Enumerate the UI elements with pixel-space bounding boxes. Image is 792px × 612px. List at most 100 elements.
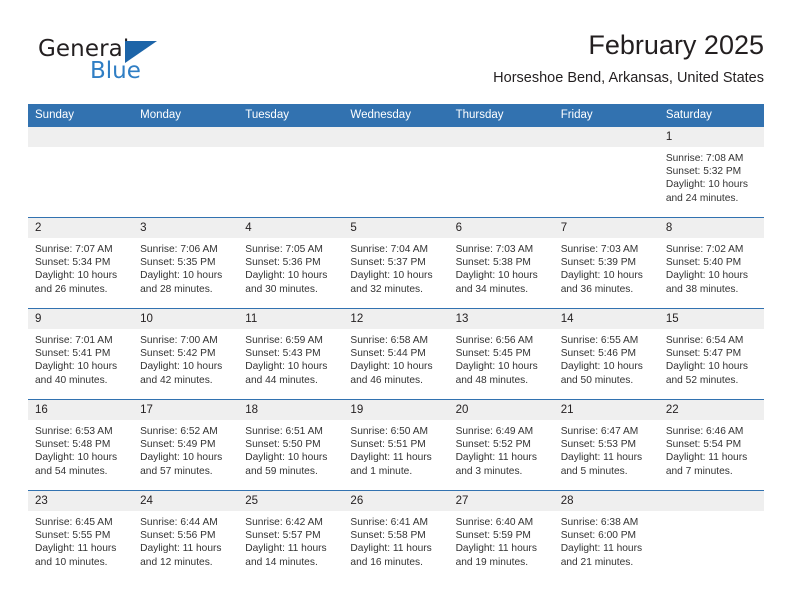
- calendar-page: General Blue February 2025 Horseshoe Ben…: [0, 0, 792, 612]
- daylight-duration-line2: and 16 minutes.: [350, 556, 423, 568]
- day-details: Sunrise: 6:44 AM Sunset: 5:56 PM Daylight:…: [133, 511, 238, 569]
- daylight-duration-line1: Daylight: 11 hours: [350, 452, 432, 464]
- sunrise-time: Sunrise: 6:59 AM: [245, 335, 323, 346]
- sunset-time: Sunset: 5:41 PM: [35, 348, 111, 360]
- daylight-duration-line1: Daylight: 11 hours: [35, 543, 117, 555]
- sunset-time: Sunset: 5:49 PM: [140, 439, 216, 451]
- calendar-body: 1 Sunrise: 7:08 AM Sunset: 5:32 PM Daylight…: [28, 127, 764, 581]
- calendar-day-cell[interactable]: 8 Sunrise: 7:02 AM Sunset: 5:40 PM Daylight…: [658, 217, 764, 309]
- daylight-duration-line1: Daylight: 10 hours: [665, 361, 748, 373]
- calendar-day-cell[interactable]: 6 Sunrise: 7:03 AM Sunset: 5:38 PM Daylight…: [448, 217, 554, 309]
- calendar-day-cell[interactable]: 21 Sunrise: 6:47 AM Sunset: 5:53 PM Dayligh…: [553, 399, 659, 491]
- sunrise-time: Sunrise: 6:45 AM: [35, 517, 113, 528]
- sunrise-time: Sunrise: 7:08 AM: [665, 153, 744, 164]
- calendar-day-cell[interactable]: 25 Sunrise: 6:42 AM Sunset: 5:57 PM Dayligh…: [238, 490, 344, 581]
- calendar-day-cell[interactable]: 5 Sunrise: 7:04 AM Sunset: 5:37 PM Daylight…: [343, 217, 449, 309]
- sunrise-time: Sunrise: 6:58 AM: [350, 335, 429, 346]
- daylight-duration-line2: and 7 minutes.: [665, 465, 733, 477]
- calendar-day-cell[interactable]: 24 Sunrise: 6:44 AM Sunset: 5:56 PM Dayligh…: [133, 490, 239, 581]
- calendar-day-cell[interactable]: 27 Sunrise: 6:40 AM Sunset: 5:59 PM Dayligh…: [448, 490, 554, 581]
- sunset-time: Sunset: 5:46 PM: [560, 348, 637, 360]
- calendar-day-cell[interactable]: 9 Sunrise: 7:01 AM Sunset: 5:41 PM Daylight…: [28, 308, 134, 400]
- calendar-day-cell[interactable]: 10 Sunrise: 7:00 AM Sunset: 5:42 PM Dayligh…: [133, 308, 239, 400]
- sunrise-time: Sunrise: 6:46 AM: [665, 426, 744, 437]
- day-details: Sunrise: 7:00 AM Sunset: 5:42 PM Daylight:…: [133, 329, 238, 387]
- calendar-day-cell[interactable]: 2 Sunrise: 7:07 AM Sunset: 5:34 PM Daylight…: [28, 217, 134, 309]
- day-details: Sunrise: 6:58 AM Sunset: 5:44 PM Daylight:…: [343, 329, 448, 387]
- daylight-duration-line1: Daylight: 10 hours: [35, 270, 118, 282]
- sunset-time: Sunset: 5:50 PM: [245, 439, 321, 451]
- calendar-day-cell[interactable]: 18 Sunrise: 6:51 AM Sunset: 5:50 PM Dayligh…: [238, 399, 344, 491]
- sunrise-time: Sunrise: 6:52 AM: [140, 426, 218, 437]
- calendar-day-cell[interactable]: 12 Sunrise: 6:58 AM Sunset: 5:44 PM Dayligh…: [343, 308, 449, 400]
- day-details: Sunrise: 6:41 AM Sunset: 5:58 PM Daylight:…: [343, 511, 448, 569]
- weekday-header-sunday: Sunday: [28, 104, 134, 127]
- daylight-duration-line1: Daylight: 10 hours: [455, 270, 538, 282]
- daylight-duration-line1: Daylight: 10 hours: [560, 270, 643, 282]
- calendar-day-cell[interactable]: 7 Sunrise: 7:03 AM Sunset: 5:39 PM Daylight…: [553, 217, 659, 309]
- day-number: 4: [238, 218, 344, 238]
- calendar-day-cell[interactable]: 1 Sunrise: 7:08 AM Sunset: 5:32 PM Daylight…: [658, 127, 764, 218]
- calendar-day-cell[interactable]: 14 Sunrise: 6:55 AM Sunset: 5:46 PM Dayligh…: [553, 308, 659, 400]
- daylight-duration-line2: and 26 minutes.: [35, 283, 108, 295]
- calendar-day-cell[interactable]: 22 Sunrise: 6:46 AM Sunset: 5:54 PM Dayligh…: [658, 399, 764, 491]
- sunrise-time: Sunrise: 6:55 AM: [560, 335, 639, 346]
- day-cell-inner: 22 Sunrise: 6:46 AM Sunset: 5:54 PM Dayligh…: [658, 400, 764, 490]
- daylight-duration-line1: Daylight: 10 hours: [140, 270, 223, 282]
- daylight-duration-line2: and 34 minutes.: [455, 283, 529, 295]
- day-details: Sunrise: 6:47 AM Sunset: 5:53 PM Daylight:…: [554, 420, 659, 478]
- daylight-duration-line1: Daylight: 10 hours: [665, 179, 748, 191]
- day-cell-inner: 25 Sunrise: 6:42 AM Sunset: 5:57 PM Dayligh…: [238, 491, 344, 581]
- calendar-empty-cell: [448, 127, 554, 218]
- day-details: Sunrise: 6:38 AM Sunset: 6:00 PM Daylight:…: [554, 511, 659, 569]
- daylight-duration-line2: and 1 minute.: [350, 465, 413, 477]
- sunset-time: Sunset: 5:58 PM: [350, 530, 426, 542]
- calendar-day-cell[interactable]: 3 Sunrise: 7:06 AM Sunset: 5:35 PM Daylight…: [133, 217, 239, 309]
- sunset-time: Sunset: 5:35 PM: [140, 257, 216, 269]
- calendar-week-row: 2 Sunrise: 7:07 AM Sunset: 5:34 PM Daylight…: [28, 217, 764, 309]
- day-cell-inner: 11 Sunrise: 6:59 AM Sunset: 5:43 PM Dayligh…: [238, 309, 344, 399]
- calendar-day-cell[interactable]: 15 Sunrise: 6:54 AM Sunset: 5:47 PM Dayligh…: [658, 308, 764, 400]
- day-number: 14: [553, 309, 659, 329]
- calendar-day-cell[interactable]: 4 Sunrise: 7:05 AM Sunset: 5:36 PM Daylight…: [238, 217, 344, 309]
- day-cell-inner: 27 Sunrise: 6:40 AM Sunset: 5:59 PM Dayligh…: [448, 491, 554, 581]
- day-number: 13: [448, 309, 554, 329]
- day-cell-inner: [448, 127, 554, 217]
- daylight-duration-line2: and 42 minutes.: [140, 374, 213, 386]
- daylight-duration-line1: Daylight: 10 hours: [35, 452, 118, 464]
- calendar-day-cell[interactable]: 26 Sunrise: 6:41 AM Sunset: 5:58 PM Dayligh…: [343, 490, 449, 581]
- calendar-day-cell[interactable]: 17 Sunrise: 6:52 AM Sunset: 5:49 PM Dayligh…: [133, 399, 239, 491]
- sunrise-time: Sunrise: 7:05 AM: [245, 244, 323, 255]
- calendar-empty-cell: [238, 127, 344, 218]
- day-number: [448, 127, 554, 147]
- calendar-day-cell[interactable]: 23 Sunrise: 6:45 AM Sunset: 5:55 PM Dayligh…: [28, 490, 134, 581]
- calendar-day-cell[interactable]: 20 Sunrise: 6:49 AM Sunset: 5:52 PM Dayligh…: [448, 399, 554, 491]
- sunrise-time: Sunrise: 6:41 AM: [350, 517, 429, 528]
- day-cell-inner: 28 Sunrise: 6:38 AM Sunset: 6:00 PM Dayligh…: [553, 491, 659, 581]
- day-cell-inner: 23 Sunrise: 6:45 AM Sunset: 5:55 PM Dayligh…: [28, 491, 134, 581]
- day-details: Sunrise: 6:42 AM Sunset: 5:57 PM Daylight:…: [238, 511, 343, 569]
- daylight-duration-line1: Daylight: 11 hours: [455, 452, 537, 464]
- day-number: 20: [448, 400, 554, 420]
- daylight-duration-line1: Daylight: 11 hours: [560, 452, 643, 464]
- day-details: Sunrise: 6:55 AM Sunset: 5:46 PM Daylight:…: [554, 329, 659, 387]
- day-number: 10: [133, 309, 239, 329]
- day-number: 2: [28, 218, 134, 238]
- day-details: Sunrise: 7:03 AM Sunset: 5:39 PM Daylight:…: [554, 238, 659, 296]
- calendar-day-cell[interactable]: 13 Sunrise: 6:56 AM Sunset: 5:45 PM Dayligh…: [448, 308, 554, 400]
- calendar-day-cell[interactable]: 19 Sunrise: 6:50 AM Sunset: 5:51 PM Dayligh…: [343, 399, 449, 491]
- daylight-duration-line2: and 52 minutes.: [665, 374, 739, 386]
- day-number: 7: [553, 218, 659, 238]
- calendar-day-cell[interactable]: 11 Sunrise: 6:59 AM Sunset: 5:43 PM Dayligh…: [238, 308, 344, 400]
- sunset-time: Sunset: 5:53 PM: [560, 439, 637, 451]
- day-number: [343, 127, 449, 147]
- sunrise-sunset-calendar: Sunday Monday Tuesday Wednesday Thursday…: [28, 104, 764, 581]
- sunset-time: Sunset: 5:42 PM: [140, 348, 216, 360]
- calendar-day-cell[interactable]: 16 Sunrise: 6:53 AM Sunset: 5:48 PM Dayligh…: [28, 399, 134, 491]
- calendar-day-cell[interactable]: 28 Sunrise: 6:38 AM Sunset: 6:00 PM Dayligh…: [553, 490, 659, 581]
- daylight-duration-line2: and 32 minutes.: [350, 283, 423, 295]
- page-title: February 2025: [588, 30, 764, 60]
- sunrise-time: Sunrise: 7:02 AM: [665, 244, 744, 255]
- calendar-empty-cell: [343, 127, 449, 218]
- general-blue-logo: General Blue: [28, 32, 238, 90]
